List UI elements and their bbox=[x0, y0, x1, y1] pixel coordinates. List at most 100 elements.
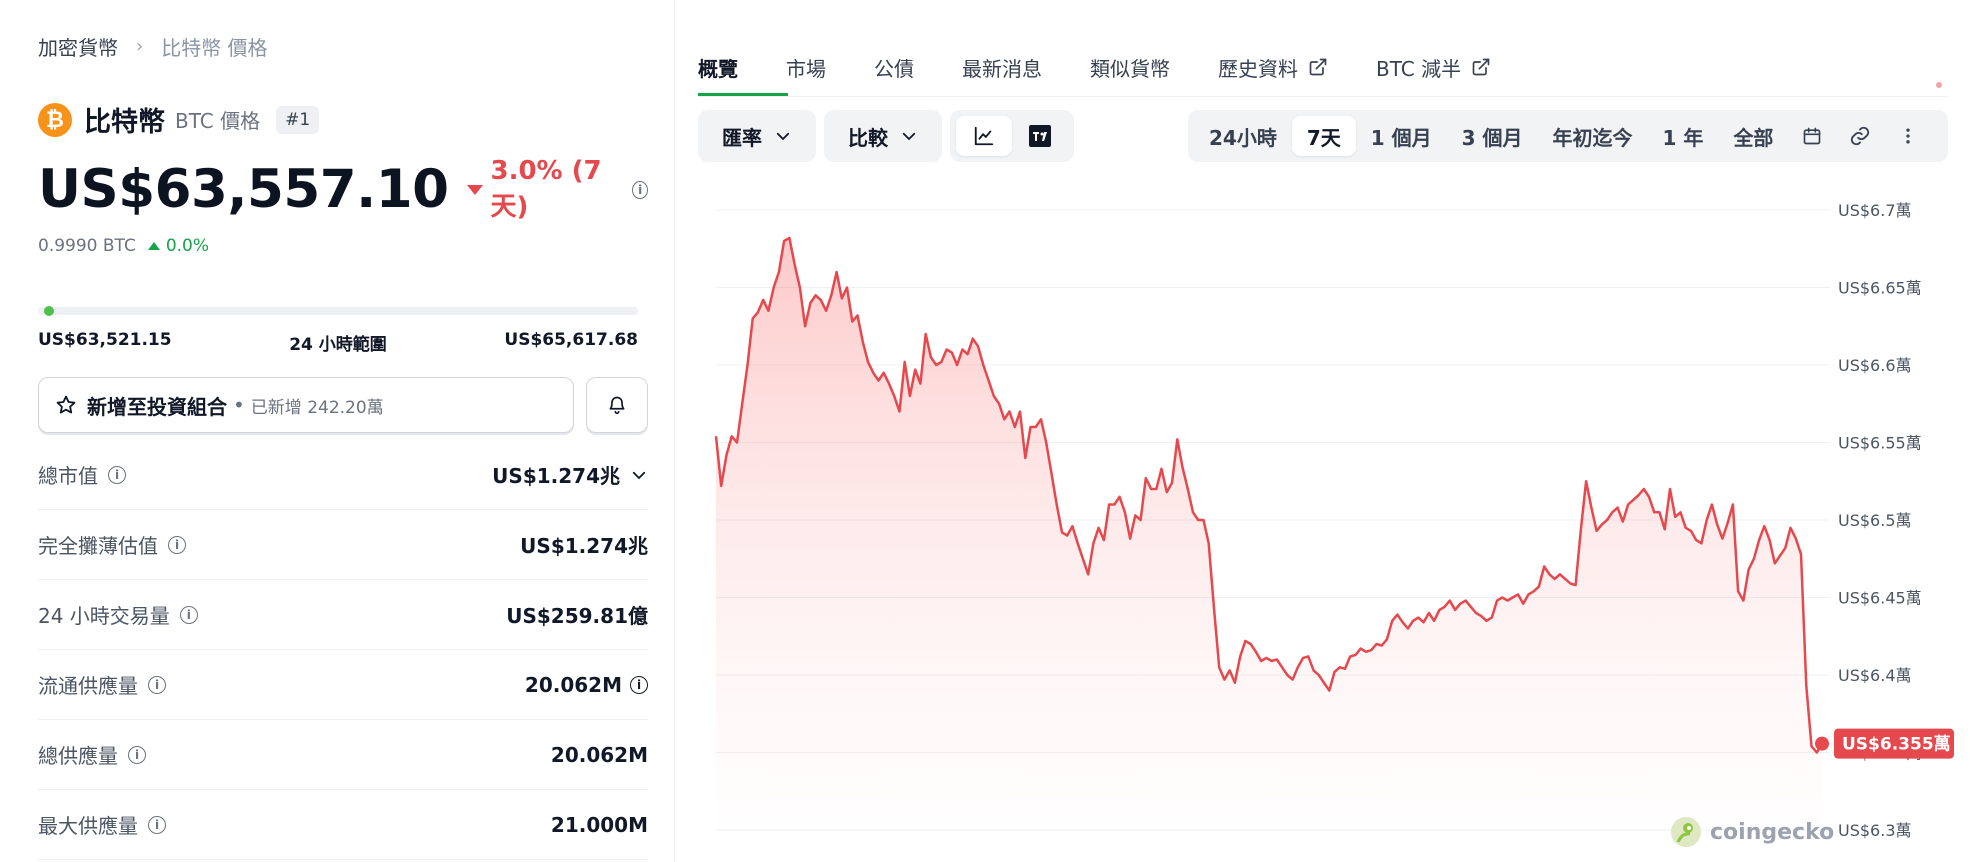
range-24h[interactable]: 24小時 bbox=[1194, 116, 1292, 156]
stat-value: 20.062M bbox=[524, 672, 622, 697]
24h-range-label: 24 小時範圍 bbox=[289, 335, 387, 355]
btc-price-row: 0.9990 BTC 0.0% bbox=[38, 236, 209, 256]
coingecko-watermark: coingecko bbox=[1670, 816, 1834, 848]
price-row: US$63,557.10 3.0% (7天) i bbox=[38, 156, 648, 223]
more-vertical-icon bbox=[1906, 128, 1911, 144]
tab-treasuries[interactable]: 公債 bbox=[874, 52, 914, 82]
tab-overview[interactable]: 概覽 bbox=[698, 52, 738, 82]
range-ytd[interactable]: 年初迄今 bbox=[1538, 116, 1648, 156]
caret-down-icon bbox=[466, 184, 483, 195]
calendar-icon bbox=[1804, 127, 1821, 145]
info-icon[interactable]: i bbox=[128, 745, 146, 764]
link-icon bbox=[1851, 126, 1870, 146]
info-icon[interactable]: i bbox=[632, 180, 648, 199]
chevron-down-icon bbox=[632, 471, 646, 479]
caret-up-icon bbox=[147, 242, 160, 250]
add-to-portfolio-button[interactable]: 新增至投資組合 • 已新增 242.20萬 bbox=[38, 377, 574, 433]
stat-row-fdv: 完全攤薄估值 i US$1.274兆 bbox=[38, 510, 648, 580]
24h-range-bar bbox=[38, 306, 638, 316]
coin-subtitle: BTC 價格 bbox=[175, 109, 261, 133]
info-icon[interactable]: i bbox=[108, 465, 126, 484]
range-all[interactable]: 全部 bbox=[1718, 116, 1788, 156]
stat-value: US$259.81億 bbox=[506, 604, 648, 628]
24h-range-labels: US$63,521.15 24 小時範圍 US$65,617.68 bbox=[38, 330, 638, 355]
info-icon[interactable]: i bbox=[179, 605, 198, 624]
stat-value: US$1.274兆 bbox=[492, 464, 620, 488]
stat-value: 20.062M bbox=[550, 742, 648, 767]
price-change-7d: 3.0% (7天) bbox=[490, 156, 602, 222]
breadcrumb: 加密貨幣 › 比特幣 價格 bbox=[38, 32, 268, 61]
market-cap-dropdown[interactable]: US$1.274兆 bbox=[492, 460, 648, 489]
external-link-icon bbox=[1472, 58, 1490, 76]
price-area bbox=[716, 237, 1822, 830]
breadcrumb-current: 比特幣 價格 bbox=[161, 36, 268, 60]
range-1y[interactable]: 1 年 bbox=[1648, 116, 1719, 156]
y-tick-label: US$6.65萬 bbox=[1838, 279, 1922, 298]
tab-markets[interactable]: 市場 bbox=[786, 52, 826, 82]
range-7d[interactable]: 7天 bbox=[1291, 116, 1356, 156]
range-3m[interactable]: 3 個月 bbox=[1447, 116, 1538, 156]
stat-value: US$1.274兆 bbox=[520, 534, 648, 558]
range-1m[interactable]: 1 個月 bbox=[1356, 116, 1447, 156]
y-tick-label: US$6.45萬 bbox=[1838, 589, 1922, 608]
price-alert-button[interactable] bbox=[586, 377, 648, 433]
24h-high: US$65,617.68 bbox=[504, 330, 638, 350]
24h-range-marker bbox=[43, 306, 54, 316]
coin-header: ₿ 比特幣 BTC 價格 #1 bbox=[38, 100, 320, 139]
portfolio-count: 已新增 242.20萬 bbox=[250, 397, 384, 418]
exchange-rate-dropdown[interactable]: 匯率 bbox=[704, 116, 810, 156]
stat-label: 24 小時交易量 bbox=[38, 604, 170, 628]
tab-similar-coins[interactable]: 類似貨幣 bbox=[1090, 52, 1170, 82]
more-options-button[interactable] bbox=[1884, 116, 1932, 156]
price-chart[interactable]: US$6.7萬 US$6.65萬 US$6.6萬 US$6.55萬 US$6.5萬 US$… bbox=[700, 190, 1960, 850]
tab-historical-data-label: 歷史資料 bbox=[1218, 56, 1298, 81]
panel-divider bbox=[674, 0, 675, 862]
add-to-portfolio-label: 新增至投資組合 bbox=[87, 394, 227, 419]
stat-label: 最大供應量 bbox=[38, 814, 138, 838]
current-price: US$63,557.10 bbox=[38, 159, 449, 220]
last-price-label: US$6.355萬 bbox=[1842, 734, 1951, 755]
time-range-selector: 24小時 7天 1 個月 3 個月 年初迄今 1 年 全部 bbox=[1188, 110, 1948, 162]
btc-change: 0.0% bbox=[165, 236, 210, 256]
btc-value: 0.9990 BTC bbox=[38, 236, 136, 256]
info-icon[interactable]: i bbox=[148, 675, 166, 694]
stat-row-market-cap: 總市值 i US$1.274兆 bbox=[38, 440, 648, 510]
external-link-icon bbox=[1309, 58, 1327, 76]
chart-toolbar: 匯率 比較 bbox=[698, 110, 1082, 162]
watermark-text: coingecko bbox=[1710, 819, 1835, 845]
rank-badge: #1 bbox=[276, 105, 320, 134]
info-icon[interactable]: i bbox=[630, 675, 648, 694]
line-chart-button[interactable] bbox=[956, 116, 1012, 156]
info-icon[interactable]: i bbox=[168, 535, 186, 554]
tab-news[interactable]: 最新消息 bbox=[962, 52, 1042, 82]
chevron-right-icon: › bbox=[136, 36, 144, 57]
tradingview-button[interactable] bbox=[1012, 116, 1068, 156]
y-tick-label: US$6.5萬 bbox=[1838, 511, 1912, 530]
calendar-button[interactable] bbox=[1788, 116, 1836, 156]
tab-btc-halving[interactable]: BTC 減半 bbox=[1376, 52, 1491, 82]
bitcoin-logo-icon: ₿ bbox=[38, 102, 72, 137]
exchange-rate-label: 匯率 bbox=[722, 125, 762, 150]
stat-label: 流通供應量 bbox=[38, 674, 138, 698]
breadcrumb-cryptocurrencies-link[interactable]: 加密貨幣 bbox=[38, 32, 118, 61]
info-icon[interactable]: i bbox=[148, 815, 166, 834]
active-tab-indicator bbox=[698, 93, 788, 96]
stat-label: 總供應量 bbox=[38, 744, 118, 768]
y-tick-label: US$6.4萬 bbox=[1838, 666, 1912, 685]
tabs-divider bbox=[698, 96, 1948, 97]
coin-name: 比特幣 bbox=[84, 107, 165, 138]
stat-label: 完全攤薄估值 bbox=[38, 534, 158, 558]
tradingview-icon bbox=[1029, 125, 1051, 147]
star-icon bbox=[56, 395, 76, 414]
stat-row-total-supply: 總供應量 i 20.062M bbox=[38, 720, 648, 790]
tab-historical-data[interactable]: 歷史資料 bbox=[1218, 52, 1328, 82]
tab-btc-halving-label: BTC 減半 bbox=[1376, 56, 1462, 81]
stat-row-max-supply: 最大供應量 i 21.000M bbox=[38, 790, 648, 860]
stat-label: 總市值 bbox=[38, 464, 98, 488]
stats-table: 總市值 i US$1.274兆 完全攤薄估值 i US$1.274兆 24 小時交易… bbox=[38, 440, 648, 860]
last-price-point bbox=[1815, 736, 1829, 751]
compare-dropdown[interactable]: 比較 bbox=[830, 116, 936, 156]
chevron-down-icon bbox=[902, 132, 916, 141]
share-link-button[interactable] bbox=[1836, 116, 1884, 156]
bell-icon bbox=[609, 396, 625, 415]
